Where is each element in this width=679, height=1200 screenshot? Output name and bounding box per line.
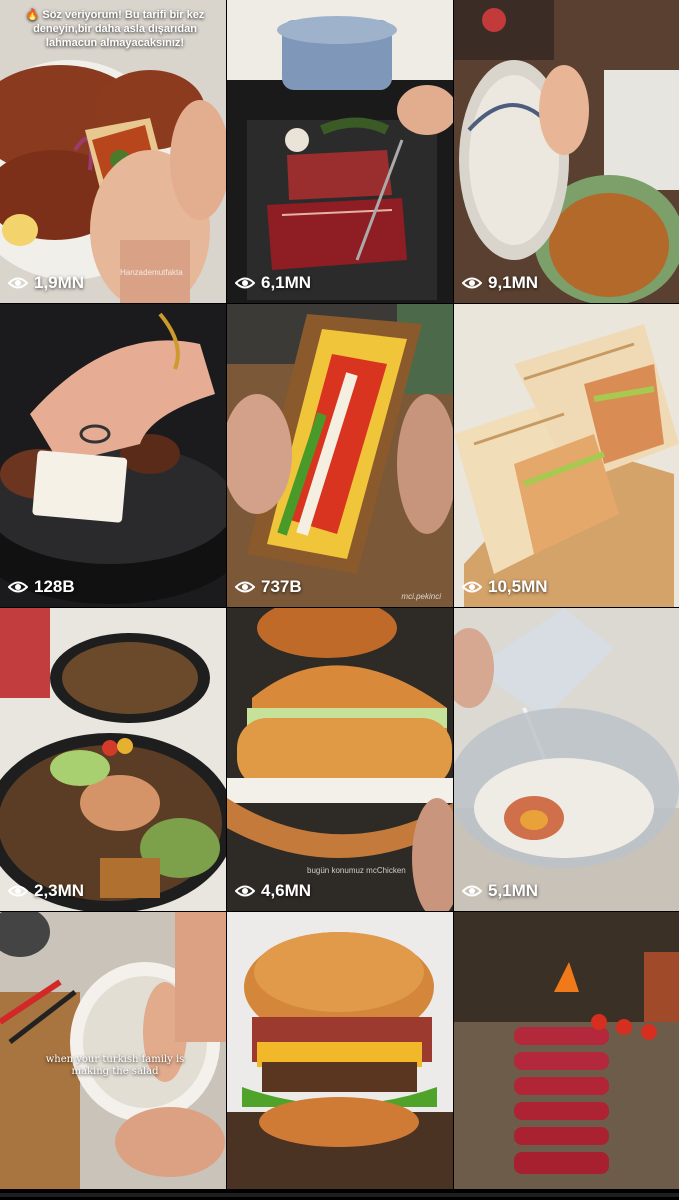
eye-icon	[462, 581, 482, 593]
view-count-label: 6,1MN	[261, 273, 312, 292]
reel-thumbnail	[227, 0, 453, 303]
view-count-label: 10,5MN	[488, 577, 548, 596]
view-count-label: 9,1MN	[488, 273, 539, 292]
view-count: 4,6MN	[235, 881, 311, 901]
reel-tile-burger[interactable]	[227, 912, 453, 1192]
watermark: Hanzademutfakta	[120, 268, 183, 277]
reel-thumbnail	[454, 0, 679, 303]
reel-thumbnail	[0, 304, 226, 607]
view-count-label: 4,6MN	[261, 881, 312, 900]
reel-thumbnail	[0, 608, 226, 911]
view-count: 737B	[235, 577, 302, 597]
view-count-label: 128B	[34, 577, 75, 596]
view-count-label: 5,1MN	[488, 881, 539, 900]
reel-thumbnail	[454, 304, 679, 607]
watermark: mci.pekinci	[401, 592, 441, 601]
eye-icon	[235, 581, 255, 593]
view-count: 5,1MN	[462, 881, 538, 901]
view-count: 1,9MN	[8, 273, 84, 293]
reels-grid: 🔥 Söz veriyorum! Bu tarifi bir kez deney…	[0, 0, 679, 1192]
view-count: 128B	[8, 577, 75, 597]
view-count: 9,1MN	[462, 273, 538, 293]
reel-tile-sandwich[interactable]: mci.pekinci 737B	[227, 304, 453, 607]
eye-icon	[235, 277, 255, 289]
reel-thumbnail	[454, 912, 679, 1192]
eye-icon	[8, 581, 28, 593]
eye-icon	[8, 277, 28, 289]
reel-tile-chicken-burger[interactable]: bugün konumuz mcChicken 4,6MN	[227, 608, 453, 911]
view-count: 2,3MN	[8, 881, 84, 901]
reel-tile-bowls[interactable]: 2,3MN	[0, 608, 226, 911]
reel-tile-salad[interactable]: when your turkish family is making the s…	[0, 912, 226, 1192]
reel-thumbnail	[227, 304, 453, 607]
view-count: 6,1MN	[235, 273, 311, 293]
eye-icon	[462, 885, 482, 897]
eye-icon	[462, 277, 482, 289]
reel-thumbnail	[0, 912, 226, 1192]
reel-caption: 🔥 Söz veriyorum! Bu tarifi bir kez deney…	[25, 9, 205, 49]
view-count-label: 737B	[261, 577, 302, 596]
reel-tile-lahmacun[interactable]: 🔥 Söz veriyorum! Bu tarifi bir kez deney…	[0, 0, 226, 303]
reel-caption: when your turkish family is making the s…	[45, 1054, 185, 1077]
reel-thumbnail	[454, 608, 679, 911]
watermark: bugün konumuz mcChicken	[307, 866, 406, 875]
reel-tile-dough[interactable]: 5,1MN	[454, 608, 679, 911]
reel-tile-rolls[interactable]	[454, 912, 679, 1192]
reel-tile-wraps[interactable]: 10,5MN	[454, 304, 679, 607]
eye-icon	[235, 885, 255, 897]
view-count-label: 2,3MN	[34, 881, 85, 900]
bottom-divider	[0, 1193, 679, 1197]
reel-tile-steaks[interactable]: 6,1MN	[227, 0, 453, 303]
reel-tile-soup[interactable]: 9,1MN	[454, 0, 679, 303]
reel-tile-cheese[interactable]: 128B	[0, 304, 226, 607]
reel-thumbnail	[227, 912, 453, 1192]
view-count-label: 1,9MN	[34, 273, 85, 292]
eye-icon	[8, 885, 28, 897]
view-count: 10,5MN	[462, 577, 548, 597]
